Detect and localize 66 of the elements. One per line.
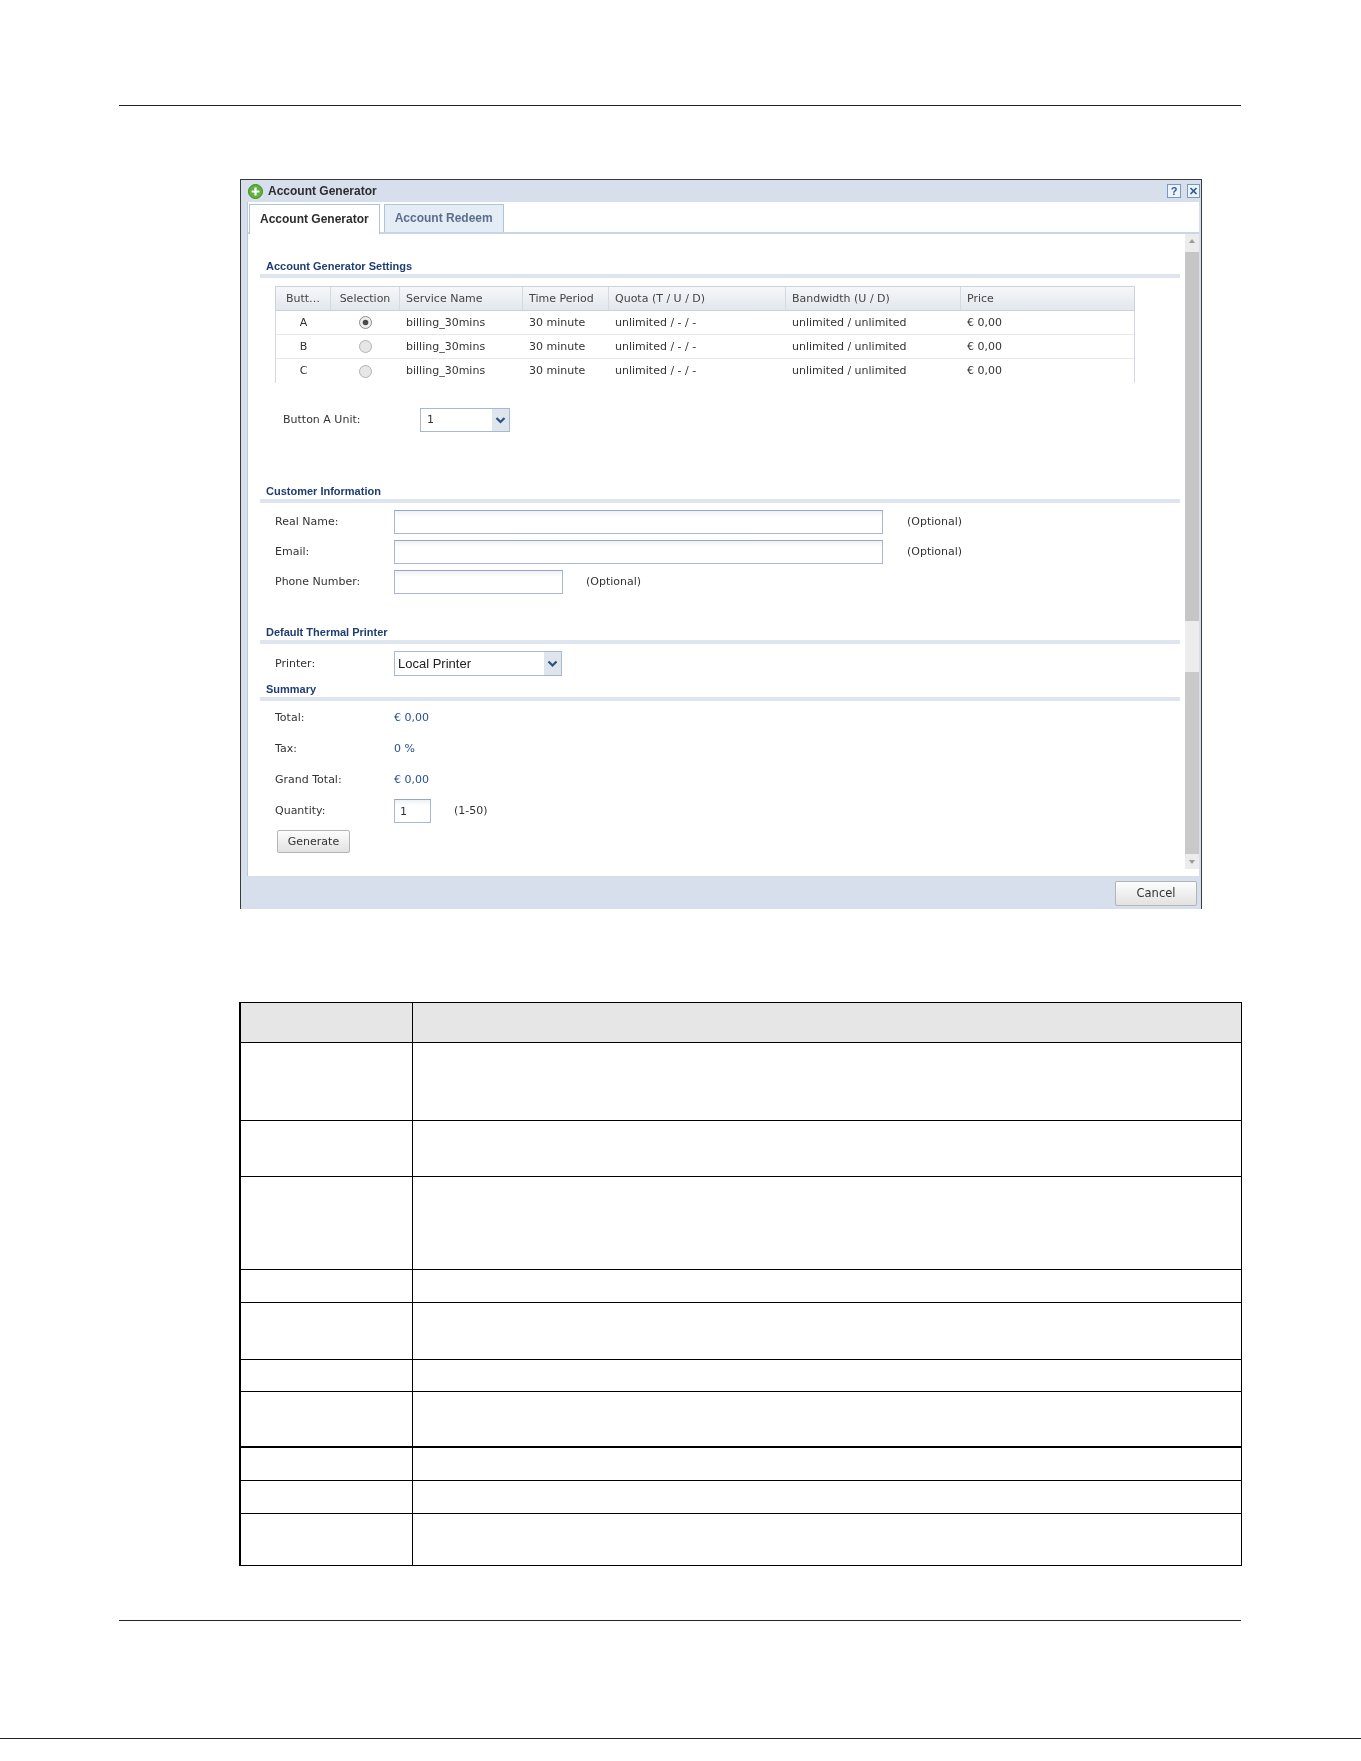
table-cell-text: unlimited / unlimited [791,338,908,355]
table-cell-text: unlimited / - / - [614,314,698,331]
cancel-button[interactable]: Cancel [1115,881,1197,906]
table-cell-text: unlimited / - / - [614,338,698,355]
note-text: (Optional) [907,515,963,529]
field-label: Button A Unit: [283,413,362,427]
text-field[interactable] [394,510,883,534]
radio-button[interactable] [359,364,372,378]
radio-button[interactable] [359,340,372,353]
table-cell-text: unlimited / - / - [614,363,698,380]
value-text: 0 % [394,742,415,756]
table-cell-text: billing_30mins [405,314,487,331]
text-field[interactable] [394,540,883,564]
column-header: Butt… [276,287,331,310]
table-cell-text: € 0,00 [966,338,1003,355]
table-cell-text: billing_30mins [405,338,487,355]
table-cell-text: 30 minute [528,338,587,355]
column-header: Service Name [400,287,523,310]
value-text: € 0,00 [394,773,429,787]
printer-select[interactable]: Local Printer [394,651,562,676]
field-label: Tax: [275,742,298,756]
column-header: Selection [331,287,400,310]
section-title: Summary [265,682,318,697]
table-cell-text: A [298,314,309,331]
field-label: Printer: [275,656,317,671]
table-cell-text: unlimited / unlimited [791,363,908,380]
field-label: Grand Total: [275,773,343,787]
generate-button[interactable]: Generate [277,830,350,853]
help-button[interactable]: ? [1167,184,1181,198]
value-text: € 0,00 [394,711,429,725]
table-cell-text: unlimited / unlimited [791,314,908,331]
table-cell-text: billing_30mins [405,363,487,380]
unit-select[interactable]: 1 [420,408,510,432]
table-cell-text: C [298,363,309,380]
plus-circle-icon [248,183,263,199]
table-cell-text: B [298,338,309,355]
close-icon[interactable] [1187,184,1200,198]
scrollbar-thumb[interactable] [1185,252,1199,621]
column-header: Price [966,290,995,307]
field-label: Total: [275,711,306,725]
window-title: Account Generator [268,183,377,199]
table-cell-text: € 0,00 [966,314,1003,331]
field-label: Quantity: [275,804,327,818]
range-text: (1-50) [454,804,488,818]
field-label: Email: [275,545,311,559]
column-header: Bandwidth (U / D) [786,287,961,310]
tab[interactable]: Account Redeem [383,204,504,232]
section-title: Account Generator Settings [265,259,414,274]
table-cell-text: € 0,00 [966,363,1003,380]
chevron-down-icon [492,409,509,431]
table-cell-text: 30 minute [528,314,587,331]
section-title: Default Thermal Printer [265,625,389,640]
field-label: Real Name: [275,515,340,529]
scrollbar[interactable] [1185,234,1199,869]
table-cell-text: 30 minute [528,363,587,380]
text-field[interactable] [394,570,563,594]
column-header: Quota (T / U / D) [609,287,786,310]
tab[interactable]: Account Generator [249,204,380,234]
column-header: Time Period [523,287,609,310]
note-text: (Optional) [907,545,963,559]
quantity-field[interactable]: 1 [394,799,431,823]
chevron-down-icon [544,652,561,675]
section-title: Customer Information [265,484,382,499]
radio-button[interactable] [359,316,372,329]
field-label: Phone Number: [275,575,362,589]
note-text: (Optional) [586,575,642,589]
